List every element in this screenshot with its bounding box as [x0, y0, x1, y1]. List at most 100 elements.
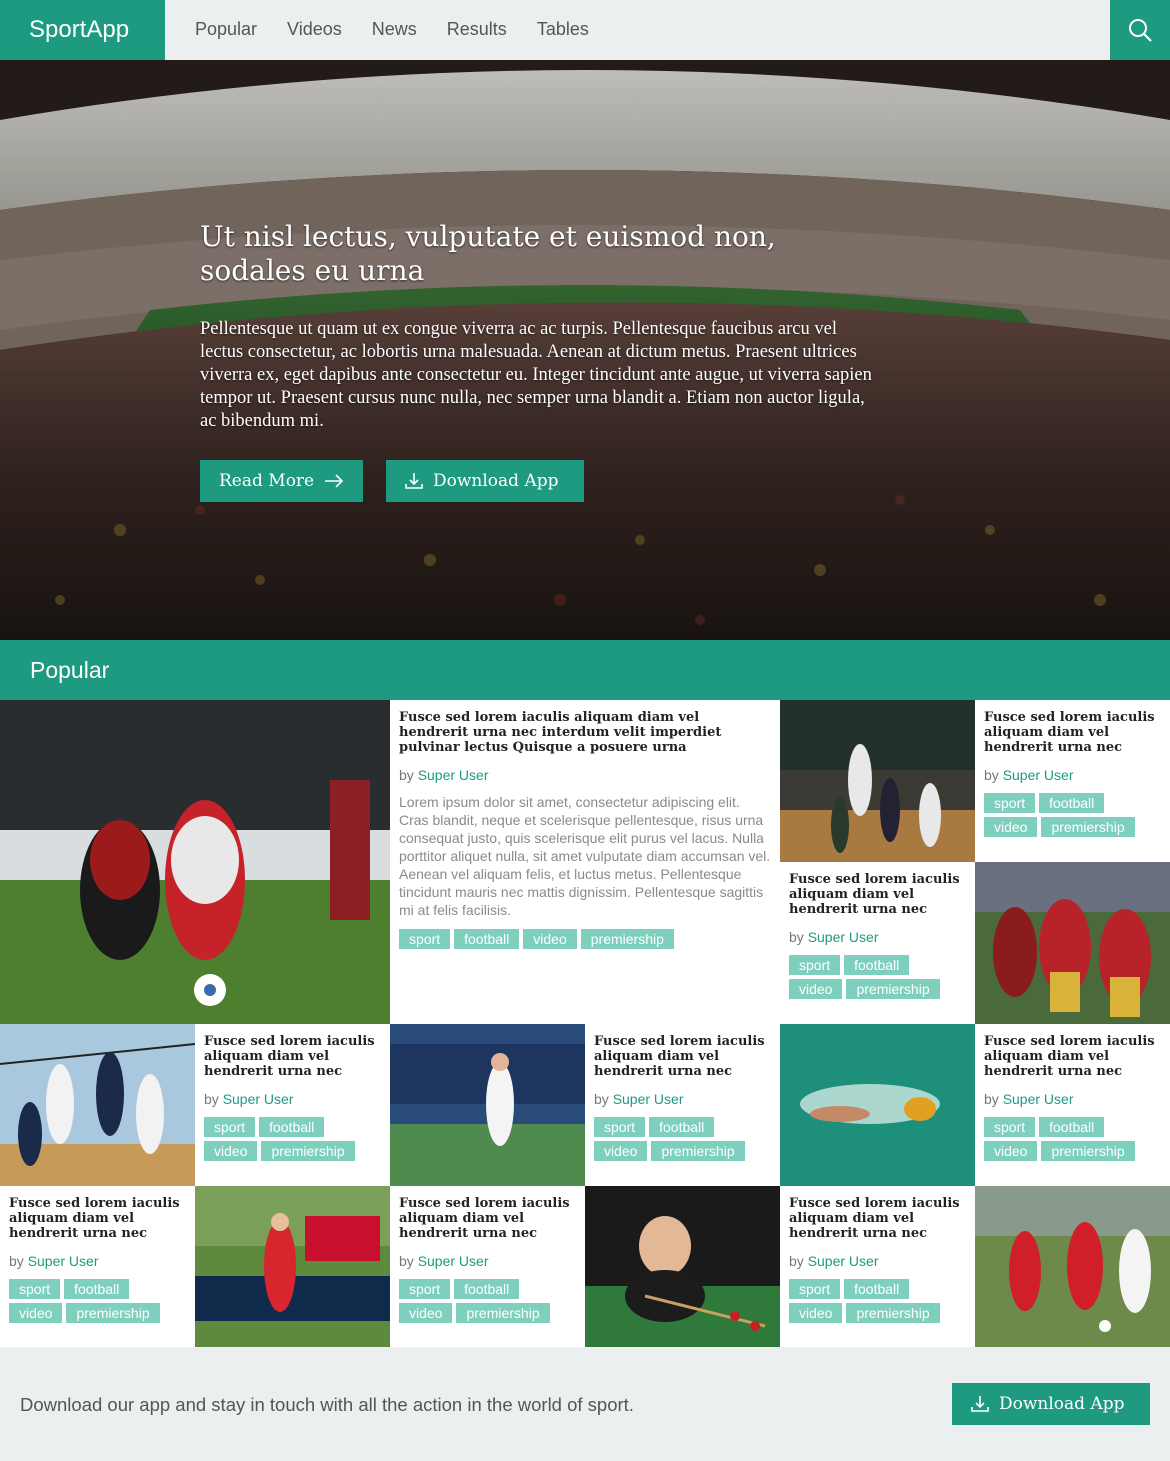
author-link[interactable]: Super User [808, 1253, 879, 1269]
article-card[interactable]: Fusce sed lorem iaculis aliquam diam vel… [780, 1186, 975, 1347]
article-card[interactable]: Fusce sed lorem iaculis aliquam diam vel… [585, 1024, 780, 1186]
article-card[interactable]: Fusce sed lorem iaculis aliquam diam vel… [390, 1186, 585, 1347]
swimming-image[interactable] [780, 1024, 975, 1186]
volleyball-image[interactable] [0, 1024, 195, 1186]
main-nav: Popular Videos News Results Tables [195, 0, 589, 60]
nav-item-popular[interactable]: Popular [195, 0, 257, 60]
nav-item-news[interactable]: News [372, 0, 417, 60]
search-button[interactable] [1110, 0, 1170, 60]
tag-premiership[interactable]: premiership [1041, 1141, 1135, 1161]
tag-premiership[interactable]: premiership [66, 1303, 160, 1323]
top-navigation-bar: SportApp Popular Videos News Results Tab… [0, 0, 1170, 60]
author-link[interactable]: Super User [808, 929, 879, 945]
article-title[interactable]: Fusce sed lorem iaculis aliquam diam vel… [789, 1196, 966, 1241]
nav-item-results[interactable]: Results [447, 0, 507, 60]
tag-video[interactable]: video [9, 1303, 63, 1323]
tag-video[interactable]: video [523, 929, 577, 949]
tag-football[interactable]: football [1039, 793, 1105, 813]
article-title[interactable]: Fusce sed lorem iaculis aliquam diam vel… [204, 1034, 381, 1079]
author-link[interactable]: Super User [28, 1253, 99, 1269]
tag-video[interactable]: video [204, 1141, 258, 1161]
tag-premiership[interactable]: premiership [261, 1141, 355, 1161]
tag-video[interactable]: video [399, 1303, 453, 1323]
tag-premiership[interactable]: premiership [580, 929, 674, 949]
article-author: by Super User [789, 929, 879, 945]
tennis-image[interactable] [390, 1024, 585, 1186]
article-card[interactable]: Fusce sed lorem iaculis aliquam diam vel… [975, 700, 1170, 862]
read-more-label: Read More [219, 471, 315, 491]
tag-sport[interactable]: sport [789, 955, 841, 975]
tag-premiership[interactable]: premiership [846, 979, 940, 999]
article-title[interactable]: Fusce sed lorem iaculis aliquam diam vel… [984, 710, 1161, 755]
footer-download-bar: Download our app and stay in touch with … [0, 1347, 1170, 1461]
tag-football[interactable]: football [844, 1279, 910, 1299]
tag-football[interactable]: football [454, 929, 520, 949]
tag-list: sport football video premiership [789, 1279, 966, 1323]
author-link[interactable]: Super User [1003, 1091, 1074, 1107]
tag-football[interactable]: football [454, 1279, 520, 1299]
snooker-image[interactable] [585, 1186, 780, 1347]
author-link[interactable]: Super User [418, 1253, 489, 1269]
article-description: Lorem ipsum dolor sit amet, consectetur … [399, 794, 771, 918]
tag-video[interactable]: video [594, 1141, 648, 1161]
featured-article[interactable]: Fusce sed lorem iaculis aliquam diam vel… [390, 700, 780, 1024]
basketball-image[interactable] [780, 700, 975, 862]
american-football-image[interactable] [975, 862, 1170, 1024]
tag-football[interactable]: football [649, 1117, 715, 1137]
tag-football[interactable]: football [259, 1117, 325, 1137]
article-title[interactable]: Fusce sed lorem iaculis aliquam diam vel… [594, 1034, 771, 1079]
tag-video[interactable]: video [984, 817, 1038, 837]
tag-list: sport football video premiership [399, 1279, 576, 1323]
tag-video[interactable]: video [984, 1141, 1038, 1161]
tag-premiership[interactable]: premiership [846, 1303, 940, 1323]
tag-video[interactable]: video [789, 979, 843, 999]
article-title[interactable]: Fusce sed lorem iaculis aliquam diam vel… [9, 1196, 186, 1241]
tag-premiership[interactable]: premiership [651, 1141, 745, 1161]
tag-list: sport football video premiership [204, 1117, 381, 1161]
nav-item-videos[interactable]: Videos [287, 0, 342, 60]
tag-sport[interactable]: sport [984, 793, 1036, 813]
author-link[interactable]: Super User [613, 1091, 684, 1107]
tag-sport[interactable]: sport [984, 1117, 1036, 1137]
nav-item-tables[interactable]: Tables [537, 0, 589, 60]
article-card[interactable]: Fusce sed lorem iaculis aliquam diam vel… [0, 1186, 195, 1347]
tag-sport[interactable]: sport [9, 1279, 61, 1299]
tag-premiership[interactable]: premiership [456, 1303, 550, 1323]
tag-premiership[interactable]: premiership [1041, 817, 1135, 837]
tag-sport[interactable]: sport [789, 1279, 841, 1299]
tag-football[interactable]: football [64, 1279, 130, 1299]
hero-download-button[interactable]: Download App [386, 460, 584, 502]
tag-football[interactable]: football [844, 955, 910, 975]
article-title[interactable]: Fusce sed lorem iaculis aliquam diam vel… [399, 1196, 576, 1241]
tag-list: sport football video premiership [789, 955, 966, 999]
golf-image[interactable] [195, 1186, 390, 1347]
tag-sport[interactable]: sport [399, 1279, 451, 1299]
footer-download-button[interactable]: Download App [952, 1383, 1150, 1425]
tag-list: sport football video premiership [594, 1117, 771, 1161]
tag-list: sport football video premiership [984, 1117, 1161, 1161]
brand-logo[interactable]: SportApp [0, 0, 165, 60]
author-link[interactable]: Super User [418, 767, 489, 783]
article-card[interactable]: Fusce sed lorem iaculis aliquam diam vel… [780, 862, 975, 1024]
soccer-image[interactable] [975, 1186, 1170, 1347]
tag-sport[interactable]: sport [399, 929, 451, 949]
author-link[interactable]: Super User [223, 1091, 294, 1107]
hero-body: Pellentesque ut quam ut ex congue viverr… [200, 319, 872, 431]
tag-video[interactable]: video [789, 1303, 843, 1323]
tag-sport[interactable]: sport [594, 1117, 646, 1137]
article-author: by Super User [789, 1253, 879, 1269]
article-card[interactable]: Fusce sed lorem iaculis aliquam diam vel… [975, 1024, 1170, 1186]
tag-football[interactable]: football [1039, 1117, 1105, 1137]
article-title[interactable]: Fusce sed lorem iaculis aliquam diam vel… [789, 872, 966, 917]
article-card[interactable]: Fusce sed lorem iaculis aliquam diam vel… [195, 1024, 390, 1186]
featured-image[interactable] [0, 700, 390, 1024]
read-more-button[interactable]: Read More [200, 460, 363, 502]
footer-download-label: Download App [999, 1394, 1125, 1414]
tag-sport[interactable]: sport [204, 1117, 256, 1137]
article-title[interactable]: Fusce sed lorem iaculis aliquam diam vel… [984, 1034, 1161, 1079]
author-link[interactable]: Super User [1003, 767, 1074, 783]
popular-grid: Fusce sed lorem iaculis aliquam diam vel… [0, 700, 1170, 1347]
hero-text: Ut nisl lectus, vulputate et euismod non… [200, 220, 880, 433]
article-title[interactable]: Fusce sed lorem iaculis aliquam diam vel… [399, 710, 771, 755]
article-author: by Super User [984, 1091, 1074, 1107]
